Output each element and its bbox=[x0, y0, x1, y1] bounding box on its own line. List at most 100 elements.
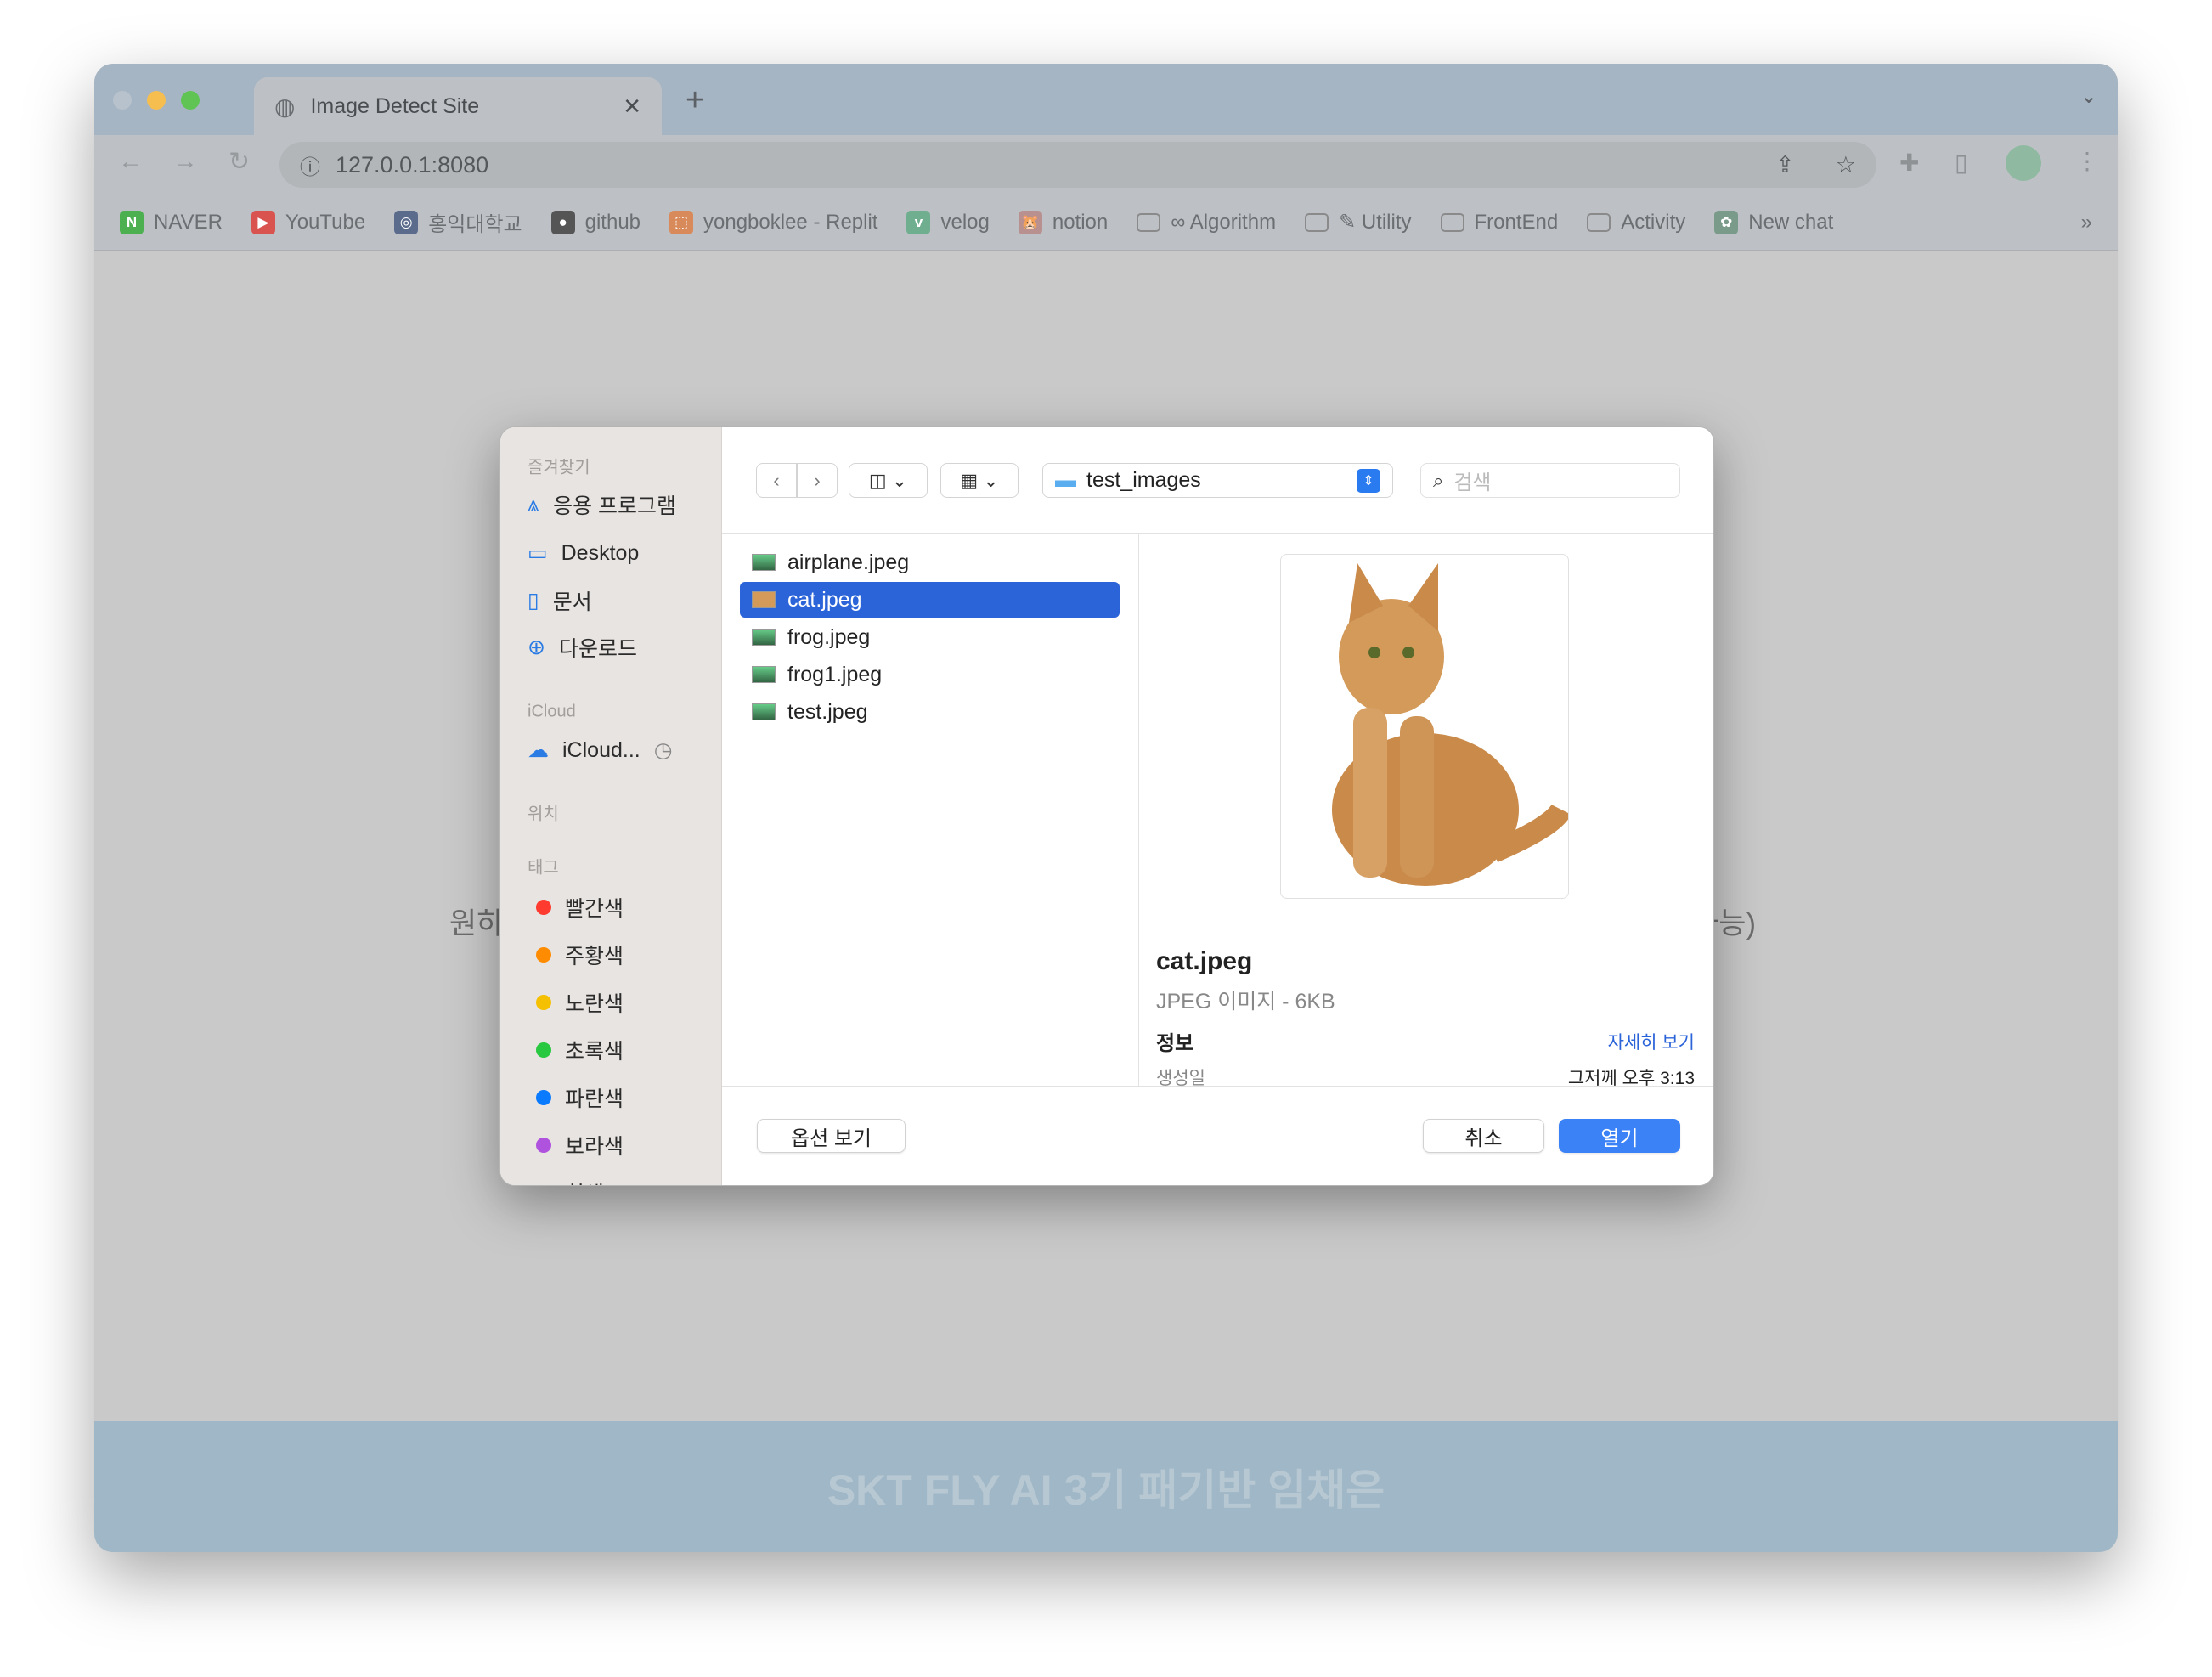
maximize-window-button[interactable] bbox=[181, 91, 200, 110]
tag-label: 노란색 bbox=[565, 992, 624, 1016]
more-bookmarks-button[interactable]: » bbox=[2081, 211, 2092, 234]
file-row[interactable]: cat.jpeg bbox=[740, 582, 1120, 618]
download-icon: ⊕ bbox=[528, 635, 545, 659]
folder-icon bbox=[1440, 212, 1464, 232]
bookmark-label: New chat bbox=[1748, 210, 1834, 234]
file-name: airplane.jpeg bbox=[787, 550, 910, 574]
folder-icon: ▬ bbox=[1055, 468, 1076, 492]
show-options-button[interactable]: 옵션 보기 bbox=[757, 1119, 906, 1153]
cancel-button[interactable]: 취소 bbox=[1423, 1119, 1544, 1153]
bookmark-item[interactable]: ▶ YouTube bbox=[251, 210, 365, 234]
icloud-header: iCloud bbox=[528, 702, 576, 721]
sidebar-tag-item[interactable]: 초록색 bbox=[528, 1035, 624, 1065]
star-icon[interactable]: ☆ bbox=[1836, 152, 1856, 178]
globe-icon: ◍ bbox=[274, 93, 296, 120]
bookmark-item[interactable]: ✎ Utility bbox=[1305, 210, 1412, 234]
preview-kind: JPEG 이미지 - 6KB bbox=[1156, 990, 1335, 1014]
close-tab-icon[interactable]: ✕ bbox=[623, 93, 641, 120]
file-row[interactable]: airplane.jpeg bbox=[740, 545, 1120, 580]
forward-icon[interactable]: → bbox=[172, 147, 198, 176]
side-panel-icon[interactable]: ▯ bbox=[1955, 149, 1967, 177]
info-label: 정보 bbox=[1156, 1032, 1194, 1055]
forward-button[interactable]: › bbox=[797, 463, 838, 498]
bookmark-item[interactable]: ✿ New chat bbox=[1714, 210, 1834, 234]
search-field[interactable]: ⌕ 검색 bbox=[1420, 463, 1680, 498]
folder-popup[interactable]: ▬ test_images ⇕ bbox=[1042, 463, 1393, 498]
show-more-link[interactable]: 자세히 보기 bbox=[1608, 1029, 1695, 1054]
bookmark-item[interactable]: Activity bbox=[1587, 211, 1685, 234]
sidebar-tag-item[interactable]: 회색 bbox=[528, 1177, 604, 1185]
minimize-window-button[interactable] bbox=[147, 91, 166, 110]
sidebar-tag-item[interactable]: 보라색 bbox=[528, 1130, 624, 1160]
back-icon[interactable]: ← bbox=[118, 147, 144, 176]
group-button[interactable]: ▦ ⌄ bbox=[940, 463, 1019, 498]
sidebar-item-label: 문서 bbox=[552, 590, 592, 614]
column-divider bbox=[1138, 534, 1139, 1086]
sidebar-item-documents[interactable]: ▯ 문서 bbox=[528, 585, 592, 616]
desktop-icon: ▭ bbox=[528, 541, 548, 565]
sidebar-item-icloud[interactable]: ☁ iCloud... ◷ bbox=[528, 737, 673, 763]
sidebar-item-label: 응용 프로그램 bbox=[553, 494, 677, 518]
velog-icon: v bbox=[906, 210, 931, 234]
file-row[interactable]: frog.jpeg bbox=[740, 619, 1120, 655]
bookmark-item[interactable]: ∞ Algorithm bbox=[1137, 211, 1276, 234]
new-tab-button[interactable]: + bbox=[686, 82, 704, 119]
chevron-right-icon: › bbox=[814, 469, 821, 491]
tag-color-dot-icon bbox=[536, 995, 551, 1010]
page-footer: SKT FLY AI 3기 패기반 임채은 bbox=[94, 1421, 2118, 1552]
tag-color-dot-icon bbox=[536, 1138, 551, 1153]
bookmark-item[interactable]: FrontEnd bbox=[1440, 211, 1558, 234]
locations-header: 위치 bbox=[528, 805, 559, 824]
tag-label: 파란색 bbox=[565, 1087, 624, 1111]
tab-image-detect-site[interactable]: ◍ Image Detect Site ✕ bbox=[254, 77, 662, 135]
sidebar-tag-item[interactable]: 빨간색 bbox=[528, 892, 624, 923]
sidebar-item-downloads[interactable]: ⊕ 다운로드 bbox=[528, 632, 637, 663]
file-name: frog1.jpeg bbox=[787, 662, 883, 686]
bookmark-item[interactable]: N NAVER bbox=[120, 210, 223, 234]
back-button[interactable]: ‹ bbox=[756, 463, 797, 498]
address-bar[interactable]: ⓘ 127.0.0.1:8080 ⇪ ☆ bbox=[279, 142, 1876, 188]
extensions-icon[interactable]: ✚ bbox=[1899, 149, 1919, 177]
sidebar-item-label: iCloud... bbox=[562, 737, 640, 762]
image-file-icon bbox=[752, 554, 776, 571]
sidebar-tag-item[interactable]: 노란색 bbox=[528, 987, 624, 1018]
notion-icon: 🐹 bbox=[1018, 210, 1042, 234]
github-icon: ● bbox=[550, 210, 575, 234]
replit-icon: ⬚ bbox=[669, 210, 694, 234]
file-name: frog.jpeg bbox=[787, 624, 871, 649]
browser-toolbar: ← → ↻ ⓘ 127.0.0.1:8080 ⇪ ☆ ✚ ▯ ⋮ bbox=[94, 135, 2118, 195]
info-icon: ⓘ bbox=[300, 155, 320, 179]
tag-label: 초록색 bbox=[565, 1040, 624, 1064]
bookmark-item[interactable]: ⬚ yongboklee - Replit bbox=[669, 210, 877, 234]
file-open-dialog: 즐겨찾기 ⩓ 응용 프로그램 ▭ Desktop ▯ 문서 ⊕ 다운로드 iCloud … bbox=[499, 426, 1714, 1186]
tag-color-dot-icon bbox=[536, 1042, 551, 1058]
sidebar-item-desktop[interactable]: ▭ Desktop bbox=[528, 540, 639, 566]
menu-icon[interactable]: ⋮ bbox=[2075, 147, 2099, 175]
search-placeholder: 검색 bbox=[1453, 471, 1492, 494]
bookmark-item[interactable]: 🐹 notion bbox=[1018, 210, 1108, 234]
view-mode-button[interactable]: ◫ ⌄ bbox=[849, 463, 928, 498]
bookmark-label: NAVER bbox=[154, 210, 223, 234]
sidebar-tag-item[interactable]: 파란색 bbox=[528, 1082, 624, 1113]
close-window-button[interactable] bbox=[113, 91, 132, 110]
applications-icon: ⩓ bbox=[528, 492, 540, 517]
bookmark-label: github bbox=[584, 210, 641, 234]
open-button[interactable]: 열기 bbox=[1559, 1119, 1680, 1153]
bookmark-item[interactable]: ● github bbox=[550, 210, 641, 234]
file-row[interactable]: test.jpeg bbox=[740, 694, 1120, 730]
favorites-header: 즐겨찾기 bbox=[528, 458, 590, 477]
cat-image bbox=[1332, 563, 1568, 886]
share-icon[interactable]: ⇪ bbox=[1775, 152, 1795, 178]
sidebar-item-applications[interactable]: ⩓ 응용 프로그램 bbox=[528, 489, 676, 520]
preview-filename: cat.jpeg bbox=[1156, 947, 1253, 975]
sidebar-tag-item[interactable]: 주황색 bbox=[528, 940, 624, 970]
profile-avatar[interactable] bbox=[2006, 145, 2041, 181]
bookmark-item[interactable]: v velog bbox=[906, 210, 990, 234]
reload-icon[interactable]: ↻ bbox=[229, 147, 250, 177]
bookmarks-bar: N NAVER ▶ YouTube ◎ 홍익대학교 ● github ⬚ yongboklee -… bbox=[94, 195, 2118, 251]
bookmark-item[interactable]: ◎ 홍익대학교 bbox=[394, 207, 522, 237]
tab-list-chevron-icon[interactable]: ⌄ bbox=[2080, 84, 2097, 109]
image-file-icon bbox=[752, 666, 776, 683]
url-text: 127.0.0.1:8080 bbox=[336, 151, 489, 178]
file-row[interactable]: frog1.jpeg bbox=[740, 657, 1120, 692]
